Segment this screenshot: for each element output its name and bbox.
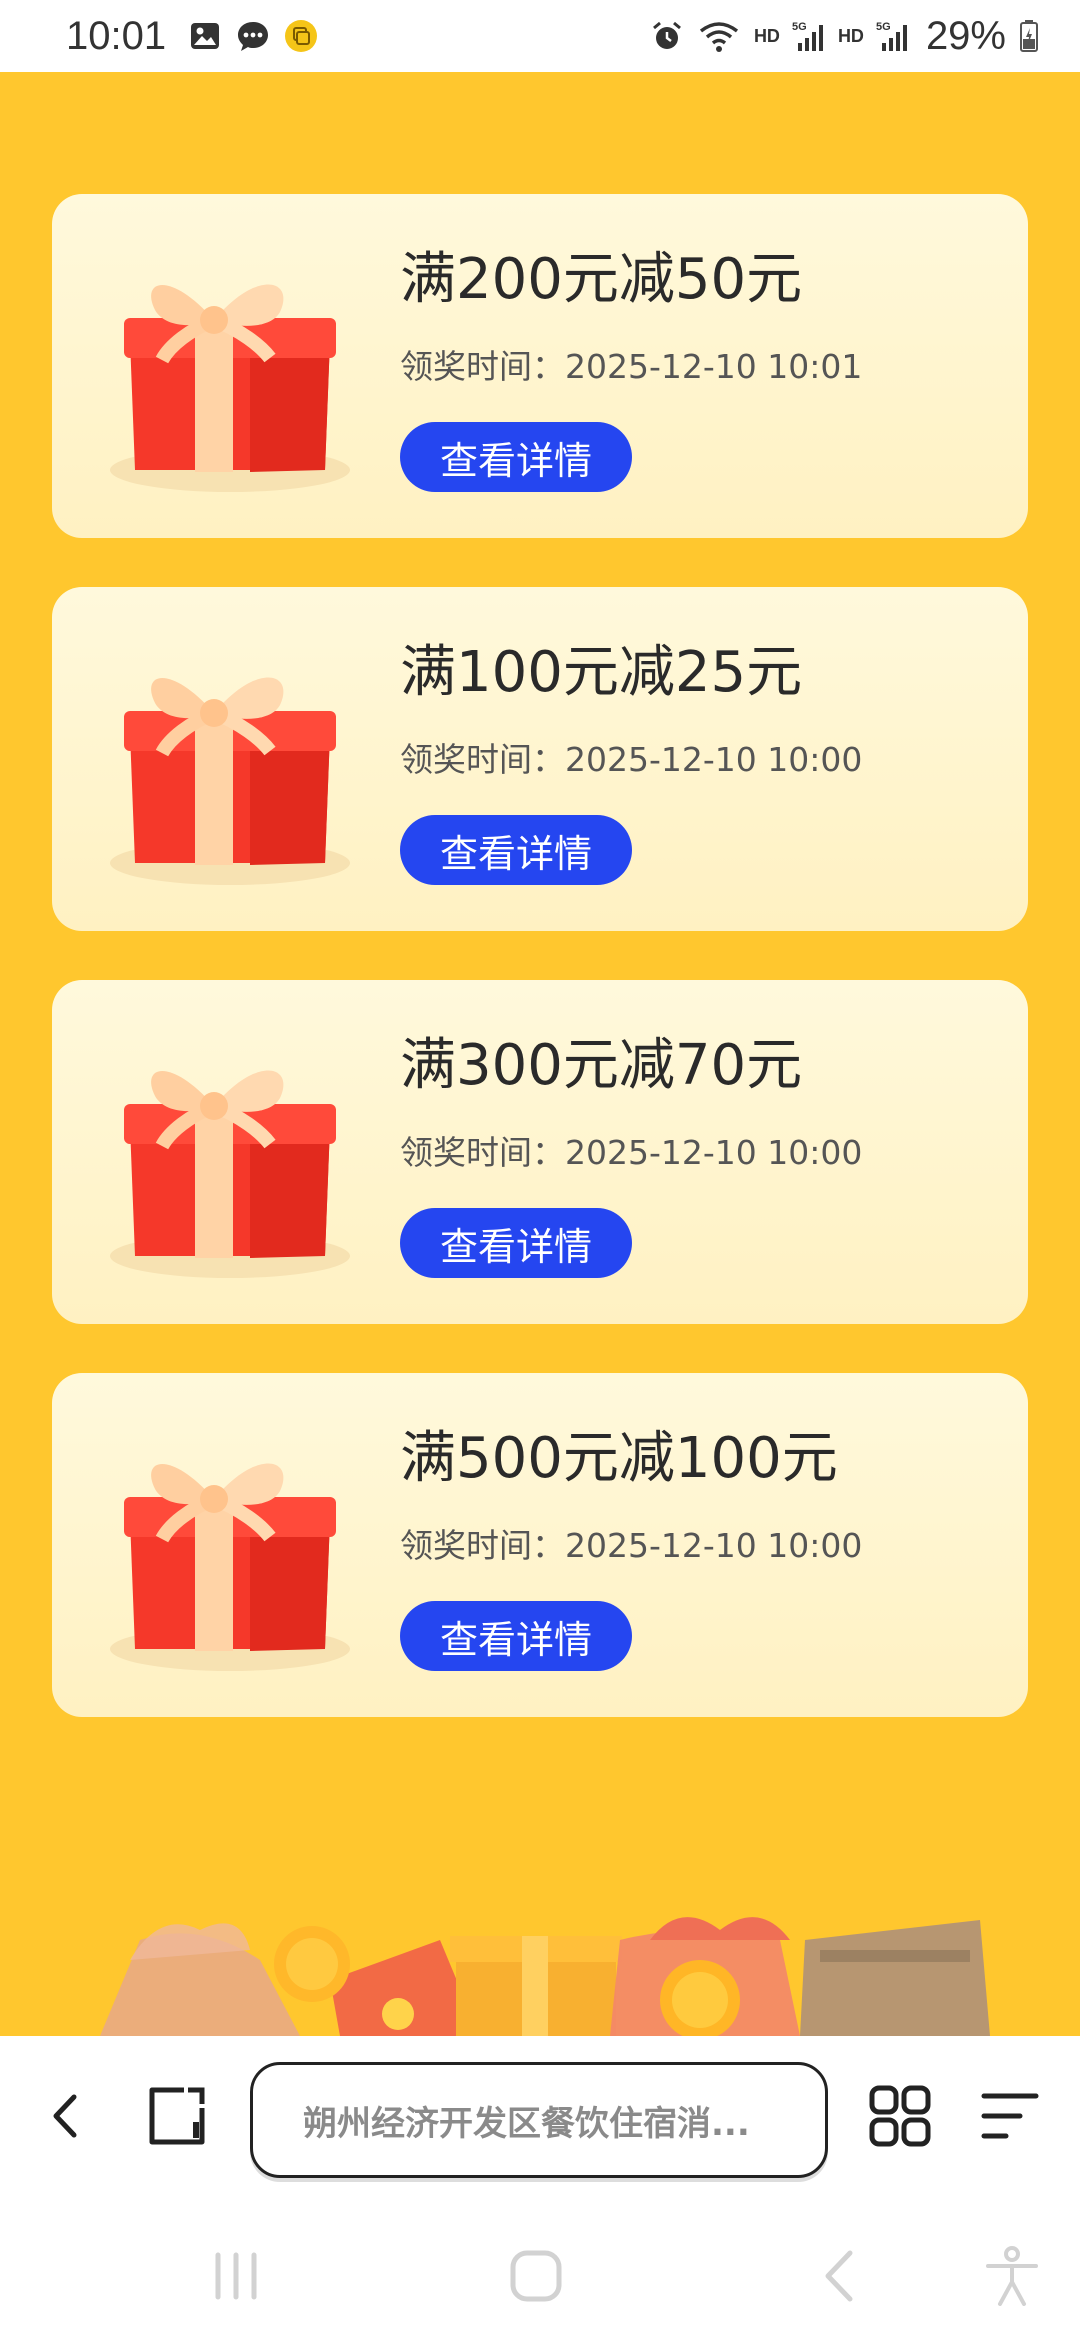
reward-time-label: 领奖时间： (400, 1526, 565, 1565)
gift-box-icon (100, 230, 370, 500)
address-bar[interactable]: 朔州经济开发区餐饮住宿消... (250, 2062, 828, 2178)
reward-time: 领奖时间：2025-12-10 10:00 (400, 1126, 862, 1174)
recents-icon[interactable] (196, 2236, 276, 2316)
hd-label-2: HD (837, 25, 864, 46)
reward-time: 领奖时间：2025-12-10 10:01 (400, 340, 862, 388)
reward-time-value: 2025-12-10 10:00 (565, 740, 863, 779)
alarm-icon (650, 19, 684, 53)
signal-icon: 5G (792, 19, 826, 53)
reward-title: 满200元减50元 (400, 247, 803, 312)
view-details-button[interactable]: 查看详情 (400, 1601, 632, 1671)
gift-box-icon (100, 623, 370, 893)
back-icon[interactable] (26, 2076, 106, 2156)
reward-time: 领奖时间：2025-12-10 10:00 (400, 1519, 862, 1567)
battery-icon (1018, 19, 1040, 53)
app-badge-icon (284, 19, 318, 53)
message-icon (236, 19, 270, 53)
reward-title: 满100元减25元 (400, 640, 803, 705)
reward-title: 满300元减70元 (400, 1033, 803, 1098)
reward-time-label: 领奖时间： (400, 347, 565, 386)
reward-card: 满500元减100元 领奖时间：2025-12-10 10:00 查看详情 (52, 1373, 1028, 1717)
system-nav-bar (0, 2206, 1080, 2340)
svg-text:5G: 5G (792, 21, 807, 33)
wifi-icon (696, 19, 742, 53)
apps-icon[interactable] (860, 2076, 940, 2156)
reward-time-value: 2025-12-10 10:01 (565, 347, 863, 386)
reward-title: 满500元减100元 (400, 1426, 838, 1491)
view-details-button[interactable]: 查看详情 (400, 815, 632, 885)
accessibility-icon[interactable] (972, 2236, 1052, 2316)
reward-time-value: 2025-12-10 10:00 (565, 1526, 863, 1565)
reward-time-label: 领奖时间： (400, 740, 565, 779)
home-icon[interactable] (496, 2236, 576, 2316)
view-details-button[interactable]: 查看详情 (400, 422, 632, 492)
reward-card: 满200元减50元 领奖时间：2025-12-10 10:01 查看详情 (52, 194, 1028, 538)
reward-time-label: 领奖时间： (400, 1133, 565, 1172)
back-icon[interactable] (800, 2236, 880, 2316)
reward-card: 满300元减70元 领奖时间：2025-12-10 10:00 查看详情 (52, 980, 1028, 1324)
tab-icon[interactable] (136, 2076, 216, 2156)
view-details-button[interactable]: 查看详情 (400, 1208, 632, 1278)
status-time: 10:01 (66, 13, 167, 58)
svg-text:5G: 5G (876, 21, 891, 33)
image-icon (188, 19, 222, 53)
reward-time: 领奖时间：2025-12-10 10:00 (400, 733, 862, 781)
decoration-illustration (0, 1900, 1080, 2036)
reward-card: 满100元减25元 领奖时间：2025-12-10 10:00 查看详情 (52, 587, 1028, 931)
signal-icon-2: 5G (876, 19, 910, 53)
hd-label: HD (753, 25, 780, 46)
gift-box-icon (100, 1409, 370, 1679)
menu-icon[interactable] (970, 2076, 1050, 2156)
browser-toolbar: 朔州经济开发区餐饮住宿消... (0, 2036, 1080, 2206)
reward-time-value: 2025-12-10 10:00 (565, 1133, 863, 1172)
battery-percentage: 29% (925, 13, 1006, 58)
gift-box-icon (100, 1016, 370, 1286)
status-bar: 10:01 HD 5G HD 5G 29% (0, 0, 1080, 72)
